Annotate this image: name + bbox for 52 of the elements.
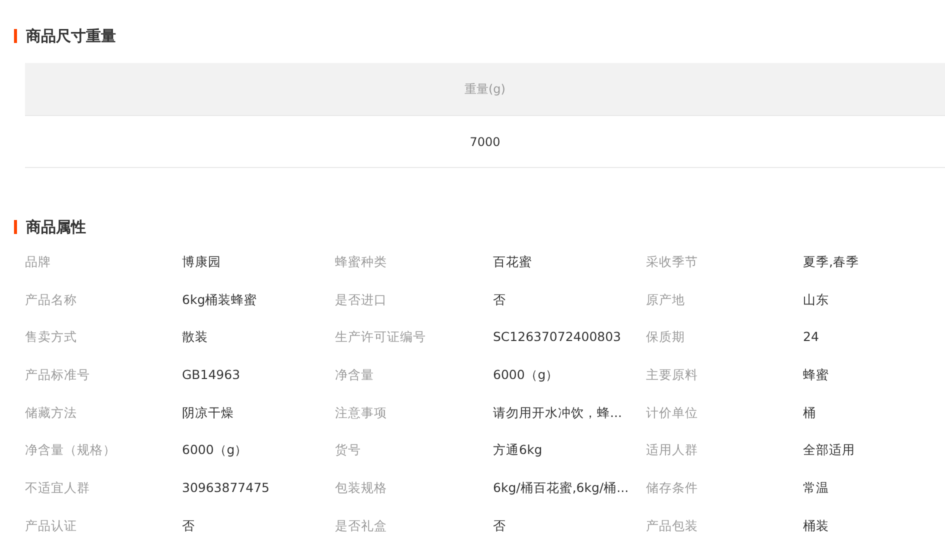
attribute-value: 请勿用开水冲饮，蜂... bbox=[493, 404, 623, 422]
attribute-value: 常温 bbox=[803, 479, 830, 498]
attribute-label: 主要原料 bbox=[646, 366, 699, 384]
attribute-value: 全部适用 bbox=[803, 441, 856, 460]
section-title: 商品属性 bbox=[26, 218, 86, 236]
attribute-label: 品牌 bbox=[25, 253, 52, 271]
attribute-label: 储存条件 bbox=[646, 479, 699, 498]
attribute-label: 包装规格 bbox=[335, 479, 388, 498]
table-cell: 7000 bbox=[25, 116, 945, 168]
attribute-value: 方通6kg bbox=[493, 441, 544, 460]
attribute-value: 蜂蜜 bbox=[803, 366, 830, 384]
attribute-value: 散装 bbox=[182, 328, 209, 346]
attribute-value: SC12637072400803 bbox=[493, 328, 622, 346]
attribute-value: 博康园 bbox=[182, 253, 222, 271]
attribute-label: 产品标准号 bbox=[25, 366, 91, 384]
attribute-label: 售卖方式 bbox=[25, 328, 78, 346]
section-title: 商品尺寸重量 bbox=[26, 26, 116, 46]
attribute-label: 净含量（规格） bbox=[25, 441, 117, 460]
attribute-value: 否 bbox=[493, 290, 507, 309]
attribute-label: 净含量 bbox=[335, 366, 375, 384]
attribute-label: 蜂蜜种类 bbox=[335, 253, 388, 271]
attribute-value: 否 bbox=[493, 516, 507, 535]
attribute-label: 生产许可证编号 bbox=[335, 328, 427, 346]
attribute-label: 是否进口 bbox=[335, 290, 388, 309]
attribute-value: 阴凉干燥 bbox=[182, 404, 235, 422]
attribute-label: 产品包装 bbox=[646, 516, 699, 535]
attribute-value: 24 bbox=[803, 328, 820, 346]
attribute-label: 货号 bbox=[335, 441, 362, 460]
attribute-label: 采收季节 bbox=[646, 253, 699, 271]
attribute-value: 桶装 bbox=[803, 516, 830, 535]
attribute-value: 6kg/桶百花蜜,6kg/桶... bbox=[493, 479, 630, 498]
attribute-label: 不适宜人群 bbox=[25, 479, 91, 498]
attribute-label: 储藏方法 bbox=[25, 404, 78, 422]
attribute-label: 适用人群 bbox=[646, 441, 699, 460]
attribute-label: 是否礼盒 bbox=[335, 516, 388, 535]
attribute-value: 桶 bbox=[803, 404, 817, 422]
attribute-value: 6000（g） bbox=[182, 441, 249, 460]
attribute-value: 百花蜜 bbox=[493, 253, 533, 271]
attribute-value: 山东 bbox=[803, 290, 830, 309]
attribute-value: 30963877475 bbox=[182, 479, 270, 498]
attribute-label: 注意事项 bbox=[335, 404, 388, 422]
attribute-label: 原产地 bbox=[646, 290, 686, 309]
attribute-value: 夏季,春季 bbox=[803, 253, 860, 271]
attribute-value: GB14963 bbox=[182, 366, 242, 384]
attribute-label: 保质期 bbox=[646, 328, 686, 346]
attribute-label: 计价单位 bbox=[646, 404, 699, 422]
attribute-value: 6000（g） bbox=[493, 366, 560, 384]
attribute-value: 否 bbox=[182, 516, 196, 535]
attribute-label: 产品认证 bbox=[25, 516, 78, 535]
column-header: 重量(g) bbox=[25, 63, 945, 116]
attribute-value: 6kg桶装蜂蜜 bbox=[182, 290, 258, 309]
attribute-label: 产品名称 bbox=[25, 290, 78, 309]
